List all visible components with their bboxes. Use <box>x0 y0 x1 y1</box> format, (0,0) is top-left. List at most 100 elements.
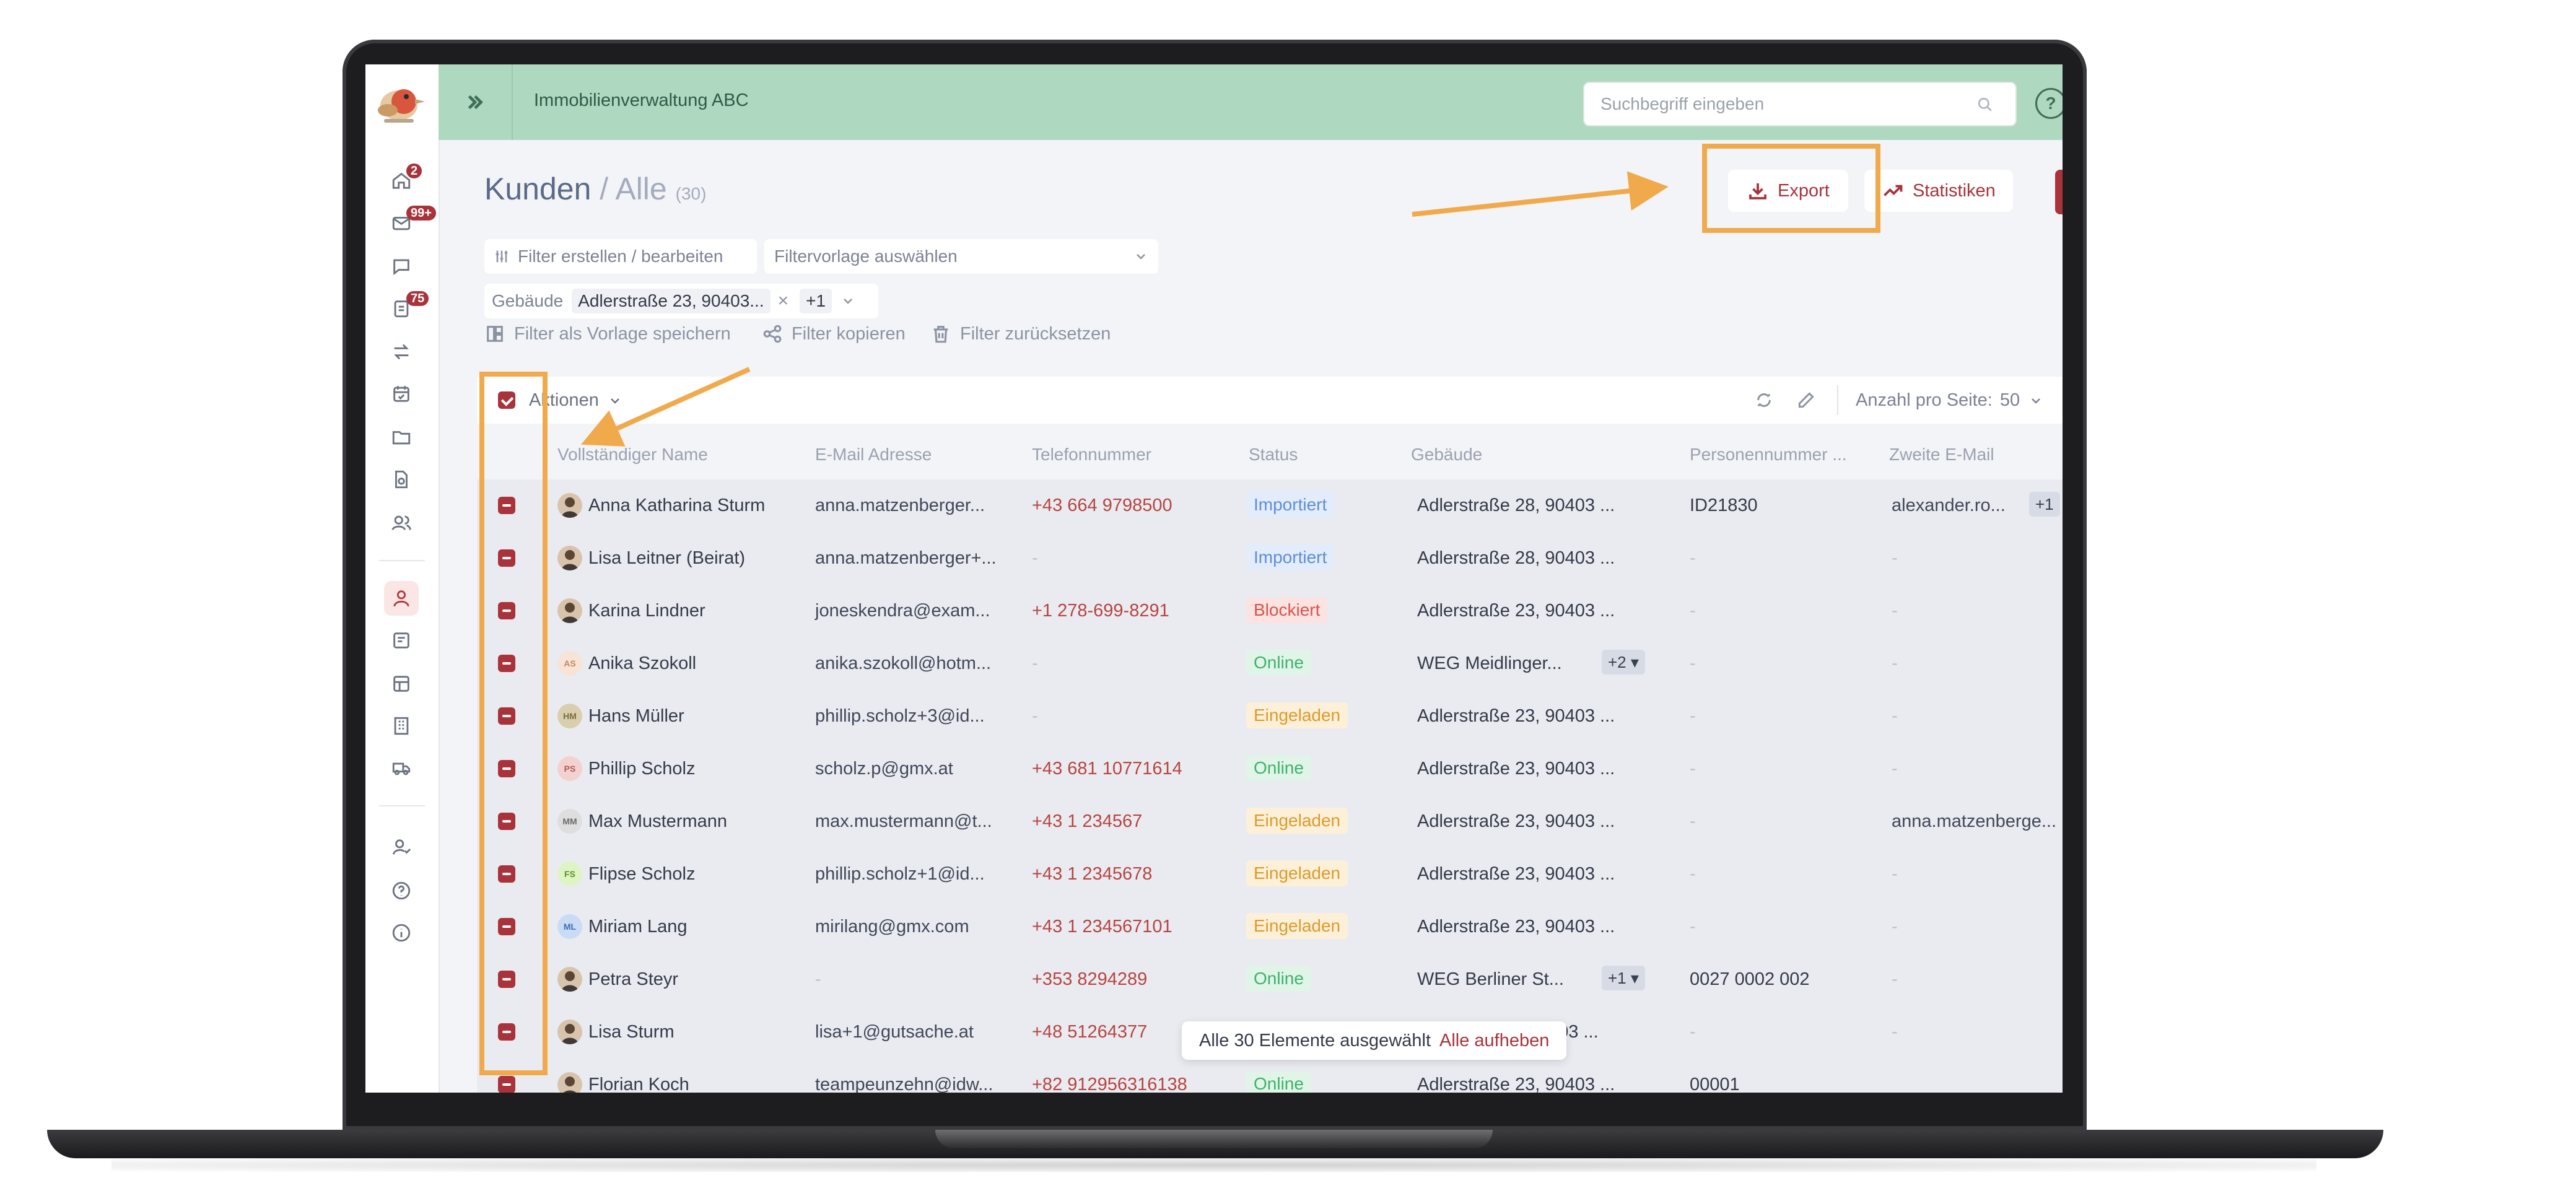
swap-arrows-icon <box>394 344 409 360</box>
filter-template-select[interactable]: Filtervorlage auswählen <box>764 239 1158 274</box>
column-header[interactable]: Telefonnummer <box>1032 445 1151 465</box>
chevrons-right-icon <box>468 95 483 110</box>
cell-email[interactable]: teampeunzehn@idw... <box>815 1075 993 1093</box>
building-more-badge[interactable]: +2 ▾ <box>1602 650 1645 675</box>
avatar: MM <box>557 809 582 834</box>
table-toolbar: Aktionen Anzahl pro Seite: 50 <box>477 377 2063 424</box>
cell-person-number: - <box>1690 706 1696 726</box>
email-more-badge[interactable]: +1 <box>2029 492 2060 517</box>
nav-tasks[interactable]: 75 <box>384 291 429 326</box>
cell-building: Adlerstraße 23, 90403 ... <box>1417 1075 1615 1093</box>
deselect-all-link[interactable]: Alle aufheben <box>1439 1031 1549 1051</box>
nav-logistics[interactable] <box>384 751 419 785</box>
table-row[interactable]: Lisa Leitner (Beirat) anna.matzenberger+.… <box>477 532 2063 585</box>
help-button[interactable]: ? <box>2035 88 2063 119</box>
status-badge: Online <box>1246 650 1311 676</box>
status-badge: Eingeladen <box>1246 860 1348 886</box>
nav-properties[interactable] <box>384 709 419 743</box>
refresh-icon[interactable] <box>1754 390 1774 410</box>
table-row[interactable]: Karina Lindner joneskendra@exam... +1 278-… <box>477 585 2063 638</box>
cell-building: WEG Meidlinger... <box>1417 653 1562 673</box>
avatar <box>557 493 582 518</box>
nav-users[interactable] <box>384 505 419 540</box>
nav-transfers[interactable] <box>384 334 419 369</box>
cell-email[interactable]: mirilang@gmx.com <box>815 917 969 937</box>
statistics-button[interactable]: Statistiken <box>1864 170 2013 212</box>
nav-mail[interactable]: 99+ <box>384 206 436 240</box>
filter-template-placeholder: Filtervorlage auswählen <box>774 247 958 266</box>
cell-email[interactable]: anika.szokoll@hotm... <box>815 653 991 674</box>
status-badge: Importiert <box>1246 544 1335 570</box>
cell-email[interactable]: - <box>815 969 821 990</box>
nav-chat[interactable] <box>384 249 419 284</box>
close-icon[interactable]: × <box>778 290 789 312</box>
nav-calendar[interactable] <box>384 377 419 411</box>
cell-email[interactable]: phillip.scholz+3@id... <box>815 706 985 727</box>
save-filter-template-link[interactable]: Filter als Vorlage speichern <box>484 323 731 344</box>
expand-sidebar-button[interactable] <box>439 64 513 140</box>
cell-email[interactable]: phillip.scholz+1@id... <box>815 864 985 884</box>
copy-filter-link[interactable]: Filter kopieren <box>762 323 906 344</box>
table-row[interactable]: Petra Steyr - +353 8294289 Online WEG Berlin… <box>477 953 2063 1007</box>
table-row[interactable]: Anna Katharina Sturm anna.matzenberger...… <box>477 479 2063 533</box>
cell-email[interactable]: joneskendra@exam... <box>815 601 990 621</box>
nav-notes[interactable] <box>384 623 419 658</box>
nav-buildings[interactable] <box>384 666 419 701</box>
reset-filter-label: Filter zurücksetzen <box>960 323 1111 344</box>
cell-building: WEG Berliner St... <box>1417 969 1564 989</box>
row-checkbox[interactable] <box>498 1076 515 1093</box>
chevron-down-icon <box>1137 254 1145 260</box>
cell-name: Lisa Leitner (Beirat) <box>588 548 746 568</box>
table-row[interactable]: HM Hans Müller phillip.scholz+3@id... - Eing… <box>477 690 2063 743</box>
column-header[interactable]: Vollständiger Name <box>557 445 708 465</box>
nav-documents[interactable] <box>384 462 419 497</box>
table-row[interactable]: MM Max Mustermann max.mustermann@t... +43 1… <box>477 795 2063 849</box>
table-row[interactable]: FS Flipse Scholz phillip.scholz+1@id... +43… <box>477 848 2063 901</box>
cell-email[interactable]: anna.matzenberger+... <box>815 548 997 569</box>
status-badge: Online <box>1246 966 1311 992</box>
column-header[interactable]: E-Mail Adresse <box>815 445 932 465</box>
person-icon <box>393 590 409 607</box>
building-filter-chip[interactable]: Gebäude Adlerstraße 23, 90403... × +1 <box>484 284 878 318</box>
cell-building: Adlerstraße 28, 90403 ... <box>1417 496 1615 515</box>
table-row[interactable]: PS Phillip Scholz scholz.p@gmx.at +43 681 1… <box>477 743 2063 796</box>
cell-email[interactable]: anna.matzenberger... <box>815 496 985 516</box>
building-filter-more[interactable]: +1 <box>800 289 832 313</box>
cell-person-number: 00001 <box>1690 1075 1740 1093</box>
table-row[interactable]: AS Anika Szokoll anika.szokoll@hotm... - Onl… <box>477 637 2063 691</box>
cell-person-number: - <box>1690 917 1696 937</box>
column-header[interactable]: Gebäude <box>1411 445 1482 465</box>
nav-info[interactable] <box>384 915 419 950</box>
nav-folders[interactable] <box>384 420 419 455</box>
per-page-select[interactable]: Anzahl pro Seite: 50 <box>1856 390 2043 411</box>
cell-email[interactable]: lisa+1@gutsache.at <box>815 1022 974 1042</box>
column-header[interactable]: Status <box>1249 445 1298 465</box>
cell-second-email: alexander.ro... <box>1892 496 2006 515</box>
calendar-icon <box>393 386 409 402</box>
cell-email[interactable]: max.mustermann@t... <box>815 811 992 832</box>
search-placeholder: Suchbegriff eingeben <box>1600 94 1765 113</box>
search-input[interactable]: Suchbegriff eingeben <box>1583 82 2017 126</box>
edit-icon[interactable] <box>1796 390 1816 410</box>
nav-customers[interactable] <box>384 581 419 616</box>
cell-phone: +1 278-699-8291 <box>1032 601 1169 621</box>
table-row[interactable]: Florian Koch teampeunzehn@idw... +82 91295… <box>477 1059 2063 1093</box>
status-badge: Online <box>1246 755 1311 781</box>
building-filter-value: Adlerstraße 23, 90403... <box>572 289 771 313</box>
page-title: Kunden / Alle (30) <box>484 171 706 207</box>
filter-create-button[interactable]: Filter erstellen / bearbeiten <box>484 239 757 274</box>
primary-action-tab[interactable] <box>2055 170 2063 214</box>
nav-help[interactable] <box>384 873 419 908</box>
reset-filter-link[interactable]: Filter zurücksetzen <box>930 323 1111 344</box>
cell-name: Anika Szokoll <box>588 653 697 673</box>
note-icon <box>393 632 409 649</box>
nav-user-settings[interactable] <box>384 830 419 865</box>
cell-phone: +43 1 234567 <box>1032 811 1143 831</box>
mail-badge: 99+ <box>406 206 436 221</box>
nav-home[interactable]: 2 <box>384 164 422 198</box>
column-header[interactable]: Personennummer ... <box>1690 445 1847 465</box>
building-more-badge[interactable]: +1 ▾ <box>1602 966 1645 990</box>
cell-email[interactable]: scholz.p@gmx.at <box>815 759 953 779</box>
table-row[interactable]: ML Miriam Lang mirilang@gmx.com +43 1 23456… <box>477 901 2063 954</box>
column-header[interactable]: Zweite E-Mail <box>1889 445 1994 465</box>
